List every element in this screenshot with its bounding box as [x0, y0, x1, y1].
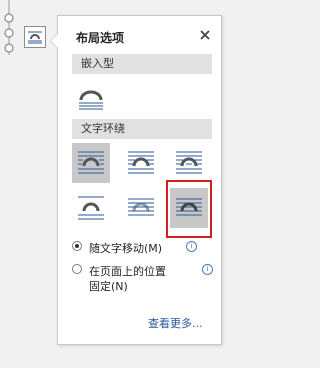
- see-more-link[interactable]: 查看更多...: [148, 315, 203, 331]
- fix-on-page-label-line2: 固定(N): [89, 280, 128, 293]
- info-icon[interactable]: i: [186, 241, 197, 252]
- radio-button-unchecked[interactable]: [72, 264, 82, 274]
- highlight-annotation: [166, 180, 212, 238]
- wrap-inline-icon: [79, 90, 103, 110]
- resize-handles-icon: [4, 0, 14, 55]
- fix-on-page-label-line1: 在页面上的位置: [89, 265, 166, 278]
- radio-move-with-text[interactable]: 随文字移动(M) i: [72, 240, 212, 255]
- wrap-option-top-and-bottom[interactable]: [72, 188, 110, 228]
- close-icon: [200, 30, 210, 40]
- wrap-option-square[interactable]: [72, 143, 110, 183]
- layout-options-pane: 布局选项 嵌入型 文字环绕 随文字移动(M) i 在页面上的位置 固定(N) i…: [50, 15, 222, 345]
- radio-fix-on-page[interactable]: 在页面上的位置 固定(N) i: [72, 263, 213, 293]
- info-icon[interactable]: i: [202, 264, 213, 275]
- pane-pointer: [50, 33, 58, 49]
- wrap-option-tight[interactable]: [122, 143, 160, 183]
- pane-title: 布局选项: [76, 31, 125, 45]
- radio-button-checked[interactable]: [72, 241, 82, 251]
- resize-handle[interactable]: [4, 28, 14, 38]
- section-wrap-header: 文字环绕: [72, 119, 212, 139]
- wrap-through-icon: [176, 151, 202, 174]
- section-inline-header: 嵌入型: [72, 54, 212, 74]
- resize-handle[interactable]: [4, 13, 14, 23]
- selection-handles: [0, 0, 20, 60]
- wrap-option-inline[interactable]: [72, 78, 110, 118]
- wrap-option-behind-text[interactable]: [122, 188, 160, 228]
- resize-handle[interactable]: [4, 43, 14, 53]
- wrap-square-icon: [78, 151, 104, 174]
- layout-options-button[interactable]: [24, 26, 46, 48]
- layout-options-icon: [28, 31, 42, 44]
- wrap-tight-icon: [128, 151, 154, 174]
- move-with-text-label: 随文字移动(M): [89, 242, 163, 255]
- wrap-option-through[interactable]: [170, 143, 208, 183]
- close-button[interactable]: [197, 27, 213, 43]
- wrap-behind-icon: [128, 198, 154, 216]
- wrap-top-bottom-icon: [78, 196, 104, 220]
